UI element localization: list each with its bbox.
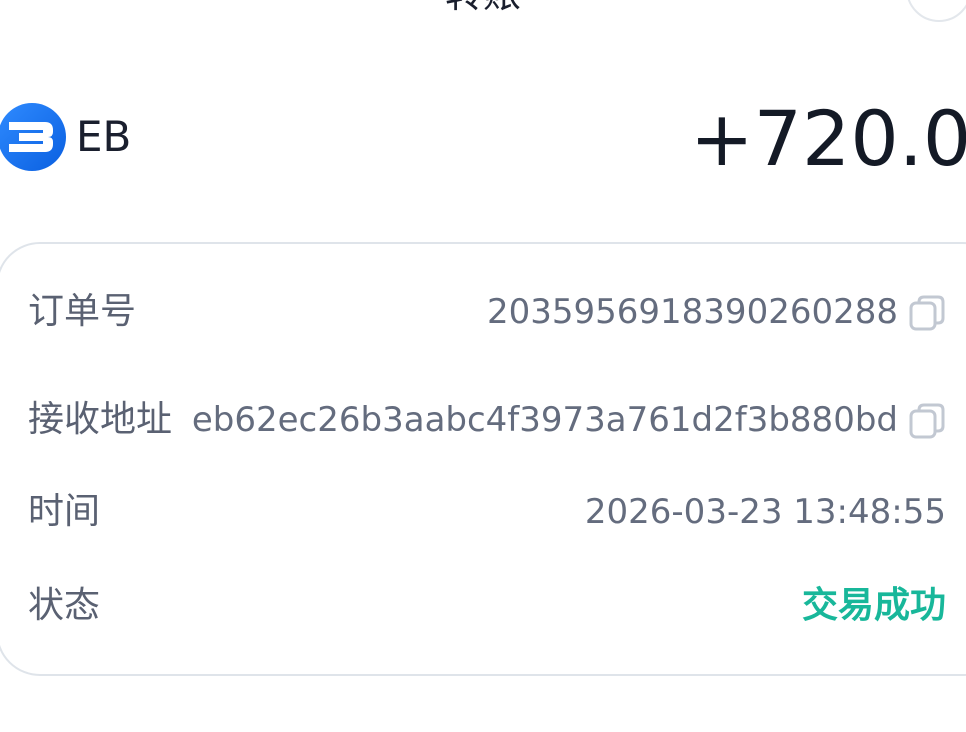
time-value: 2026-03-23 13:48:55	[584, 492, 946, 532]
transaction-amount: +720.00	[690, 94, 966, 183]
status-label: 状态	[28, 585, 101, 626]
page-title: 转账	[0, 0, 966, 14]
receive-address-value: eb62ec26b3aabc4f3973a761d2f3b880bd	[191, 400, 898, 440]
eb-coin-logo-icon	[0, 103, 66, 171]
coin-name: EB	[76, 112, 132, 161]
transaction-detail-page: 转账 EB +720.00 订单号 2035956918390260288 接收…	[0, 0, 966, 732]
header-action-button[interactable]	[906, 0, 966, 22]
receive-address-label: 接收地址	[28, 399, 173, 440]
order-number-label: 订单号	[28, 291, 137, 332]
copy-icon[interactable]	[908, 402, 946, 440]
copy-icon[interactable]	[908, 294, 946, 332]
status-value: 交易成功	[801, 585, 946, 626]
time-label: 时间	[28, 491, 101, 532]
order-number-value: 2035956918390260288	[486, 292, 898, 332]
